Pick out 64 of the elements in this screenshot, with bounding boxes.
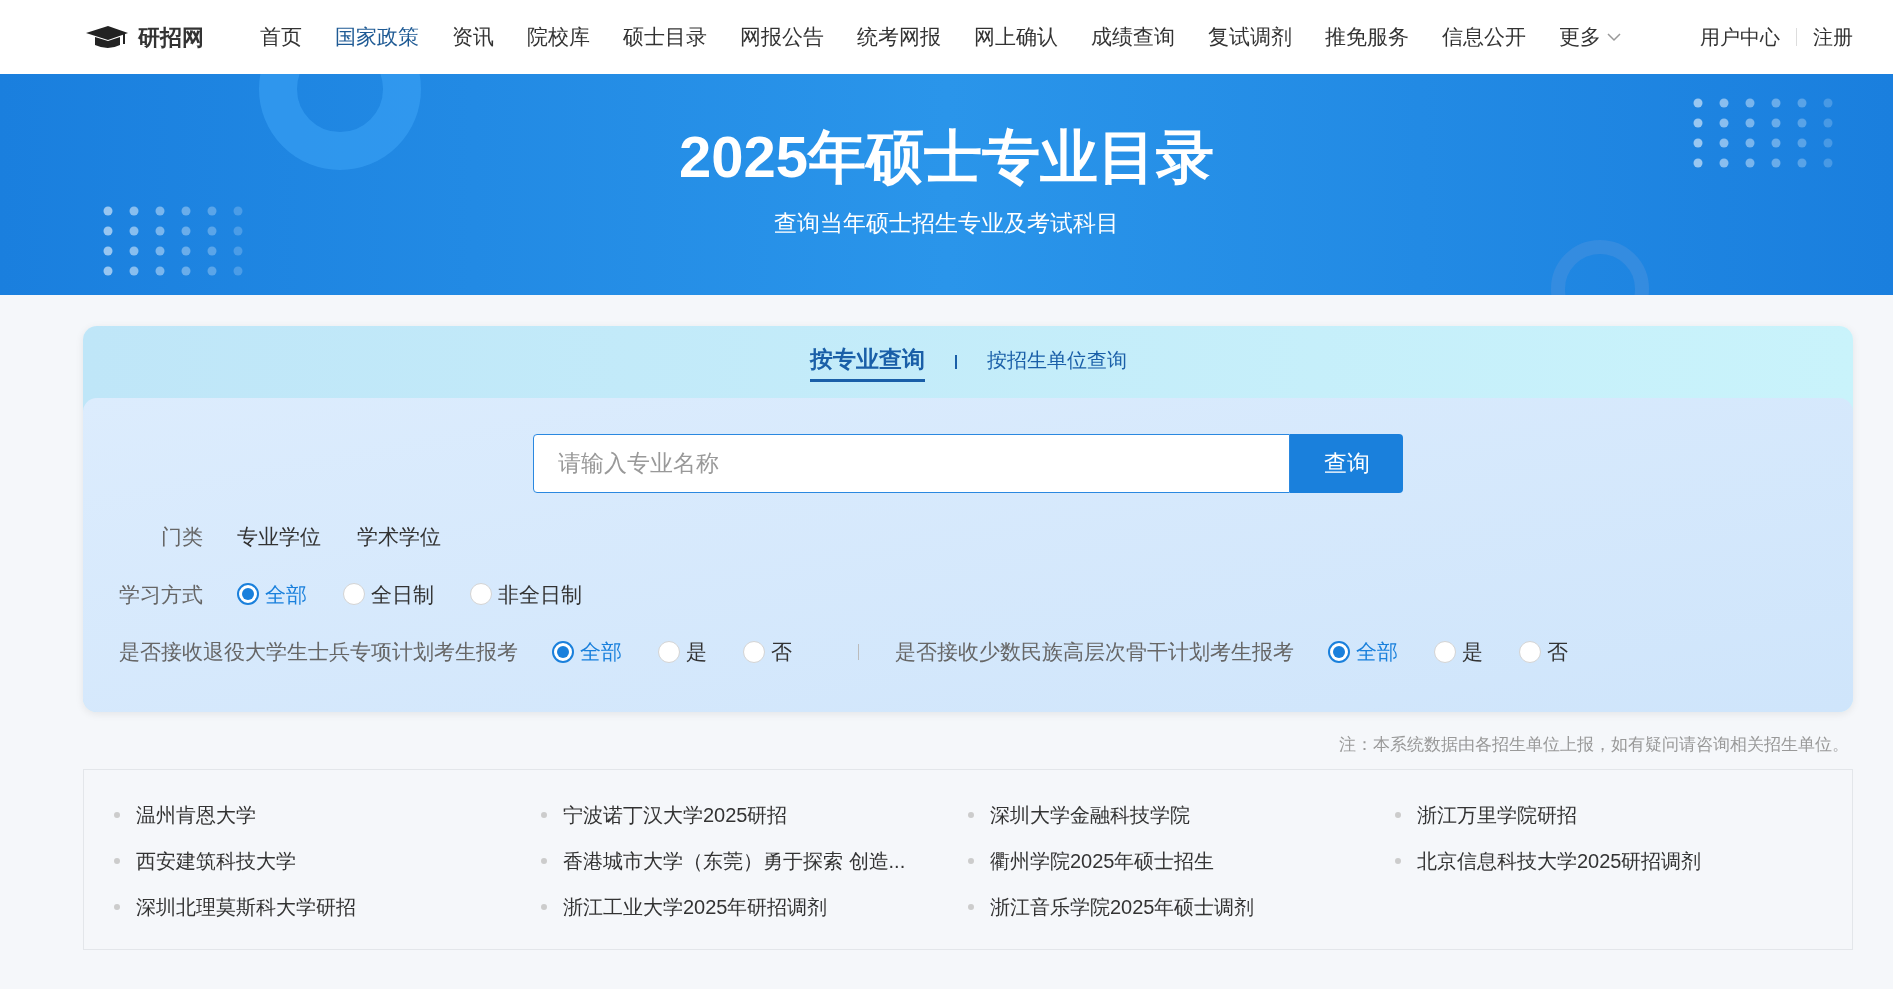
nav-link[interactable]: 信息公开 bbox=[1442, 21, 1526, 53]
nav-link[interactable]: 推免服务 bbox=[1325, 21, 1409, 53]
nav-link[interactable]: 国家政策 bbox=[335, 21, 419, 53]
bullet-icon bbox=[968, 812, 974, 818]
filter-option[interactable]: 专业学位 bbox=[237, 521, 321, 553]
nav-link[interactable]: 网报公告 bbox=[740, 21, 824, 53]
radio-label: 是 bbox=[1462, 639, 1483, 665]
nav-link[interactable]: 统考网报 bbox=[857, 21, 941, 53]
radio-label: 全日制 bbox=[371, 581, 434, 608]
radio-label: 全部 bbox=[580, 639, 622, 665]
banner-subtitle: 查询当年硕士招生专业及考试科目 bbox=[774, 209, 1119, 239]
bullet-icon bbox=[1395, 812, 1401, 818]
school-link[interactable]: 浙江音乐学院2025年硕士调剂 bbox=[990, 892, 1255, 922]
search-tab[interactable]: 按专业查询 bbox=[809, 342, 925, 382]
search-button[interactable]: 查询 bbox=[1290, 434, 1403, 493]
banner-title: 2025年硕士专业目录 bbox=[679, 128, 1214, 187]
school-link[interactable]: 浙江万里学院研招 bbox=[1417, 800, 1577, 830]
radio-label: 全部 bbox=[265, 581, 307, 608]
radio-label: 非全日制 bbox=[498, 581, 582, 608]
filter-label: 门类 bbox=[161, 524, 203, 550]
bullet-icon bbox=[968, 858, 974, 864]
school-link[interactable]: 深圳北理莫斯科大学研招 bbox=[136, 892, 356, 922]
nav-link[interactable]: 首页 bbox=[260, 21, 302, 53]
search-field[interactable]: 请输入专业名称 bbox=[533, 434, 1290, 493]
radio-label: 否 bbox=[771, 639, 792, 665]
bullet-icon bbox=[541, 858, 547, 864]
nav-link[interactable]: 成绩查询 bbox=[1091, 21, 1175, 53]
bullet-icon bbox=[114, 812, 120, 818]
radio-button[interactable] bbox=[1328, 640, 1350, 663]
nav-link[interactable]: 院校库 bbox=[527, 21, 590, 53]
data-source-note: 注：本系统数据由各招生单位上报，如有疑问请咨询相关招生单位。 bbox=[1339, 733, 1849, 756]
site-logo[interactable]: 研招网 bbox=[138, 20, 204, 54]
header-link[interactable]: 用户中心 bbox=[1700, 22, 1780, 52]
chevron-down-icon bbox=[1607, 32, 1621, 42]
nav-link[interactable]: 网上确认 bbox=[974, 21, 1058, 53]
radio-label: 是 bbox=[686, 639, 707, 665]
bullet-icon bbox=[968, 904, 974, 910]
radio-button[interactable] bbox=[552, 640, 574, 663]
bullet-icon bbox=[114, 904, 120, 910]
header-link[interactable]: 注册 bbox=[1813, 22, 1853, 52]
filter-label: 是否接收少数民族高层次骨干计划考生报考 bbox=[895, 639, 1294, 665]
school-link[interactable]: 浙江工业大学2025年研招调剂 bbox=[563, 892, 828, 922]
nav-link[interactable]: 资讯 bbox=[452, 21, 494, 53]
bullet-icon bbox=[541, 904, 547, 910]
radio-label: 否 bbox=[1547, 639, 1568, 665]
nav-link[interactable]: 复试调剂 bbox=[1208, 21, 1292, 53]
school-link[interactable]: 深圳大学金融科技学院 bbox=[990, 800, 1190, 830]
filter-option[interactable]: 学术学位 bbox=[357, 521, 441, 553]
bullet-icon bbox=[541, 812, 547, 818]
bullet-icon bbox=[114, 858, 120, 864]
more-menu[interactable]: 更多 bbox=[1559, 21, 1621, 53]
school-link[interactable]: 衢州学院2025年硕士招生 bbox=[990, 846, 1215, 876]
radio-label: 全部 bbox=[1356, 639, 1398, 665]
search-tab[interactable]: 按招生单位查询 bbox=[986, 344, 1127, 380]
radio-button[interactable] bbox=[237, 583, 259, 606]
filter-label: 学习方式 bbox=[119, 581, 203, 608]
nav-link[interactable]: 硕士目录 bbox=[623, 21, 707, 53]
school-link[interactable]: 香港城市大学（东莞）勇于探索 创造... bbox=[563, 846, 906, 876]
school-link[interactable]: 北京信息科技大学2025研招调剂 bbox=[1417, 846, 1702, 876]
school-link[interactable]: 温州肯恩大学 bbox=[136, 800, 256, 830]
school-link[interactable]: 宁波诺丁汉大学2025研招 bbox=[563, 800, 788, 830]
school-link[interactable]: 西安建筑科技大学 bbox=[136, 846, 296, 876]
filter-label: 是否接收退役大学生士兵专项计划考生报考 bbox=[119, 639, 518, 665]
bullet-icon bbox=[1395, 858, 1401, 864]
